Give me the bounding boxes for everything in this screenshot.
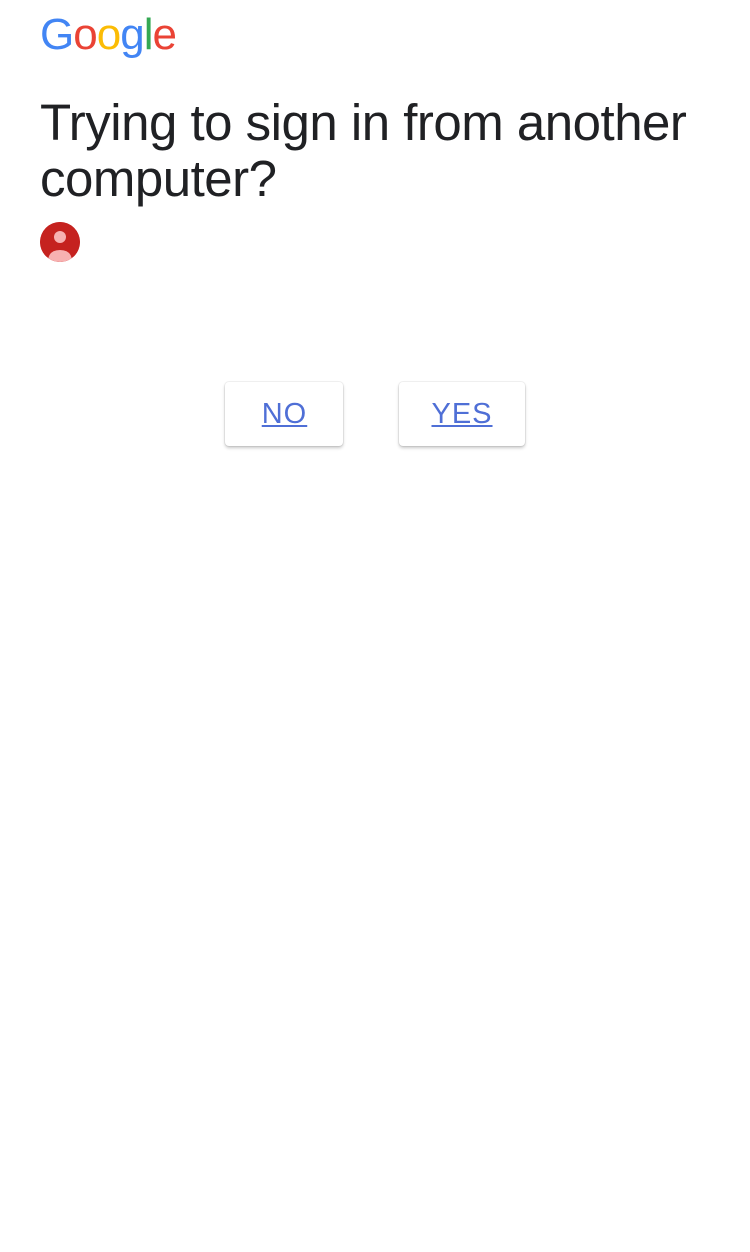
google-logo: Google xyxy=(40,10,710,60)
button-row: NO YES xyxy=(40,382,710,446)
logo-letter-g2: g xyxy=(120,10,143,59)
logo-letter-e: e xyxy=(152,10,175,59)
avatar xyxy=(40,222,80,262)
logo-letter-o1: o xyxy=(73,10,96,59)
page-title: Trying to sign in from another computer? xyxy=(40,95,710,207)
no-button[interactable]: NO xyxy=(225,382,343,446)
logo-letter-o2: o xyxy=(97,10,120,59)
account-row xyxy=(40,222,710,262)
logo-letter-g1: G xyxy=(40,10,73,59)
person-icon xyxy=(40,222,80,262)
yes-button[interactable]: YES xyxy=(399,382,524,446)
